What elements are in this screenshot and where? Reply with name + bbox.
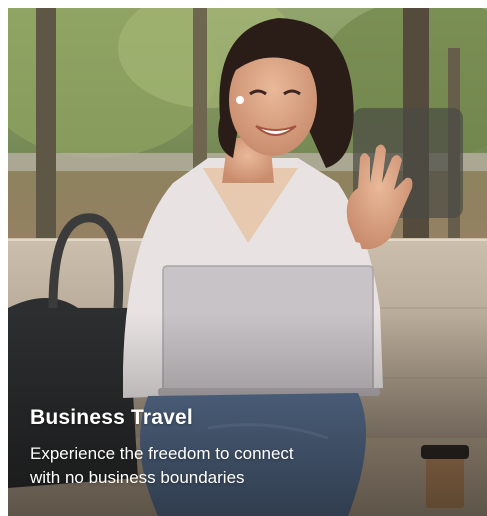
card-description-line-1: Experience the freedom to connect (30, 444, 294, 463)
card-caption: Business Travel Experience the freedom t… (30, 406, 430, 490)
card-title: Business Travel (30, 406, 193, 429)
card-description: Experience the freedom to connect with n… (30, 442, 430, 490)
business-travel-card[interactable]: Business Travel Experience the freedom t… (8, 8, 487, 516)
card-description-line-2: with no business boundaries (30, 468, 245, 487)
